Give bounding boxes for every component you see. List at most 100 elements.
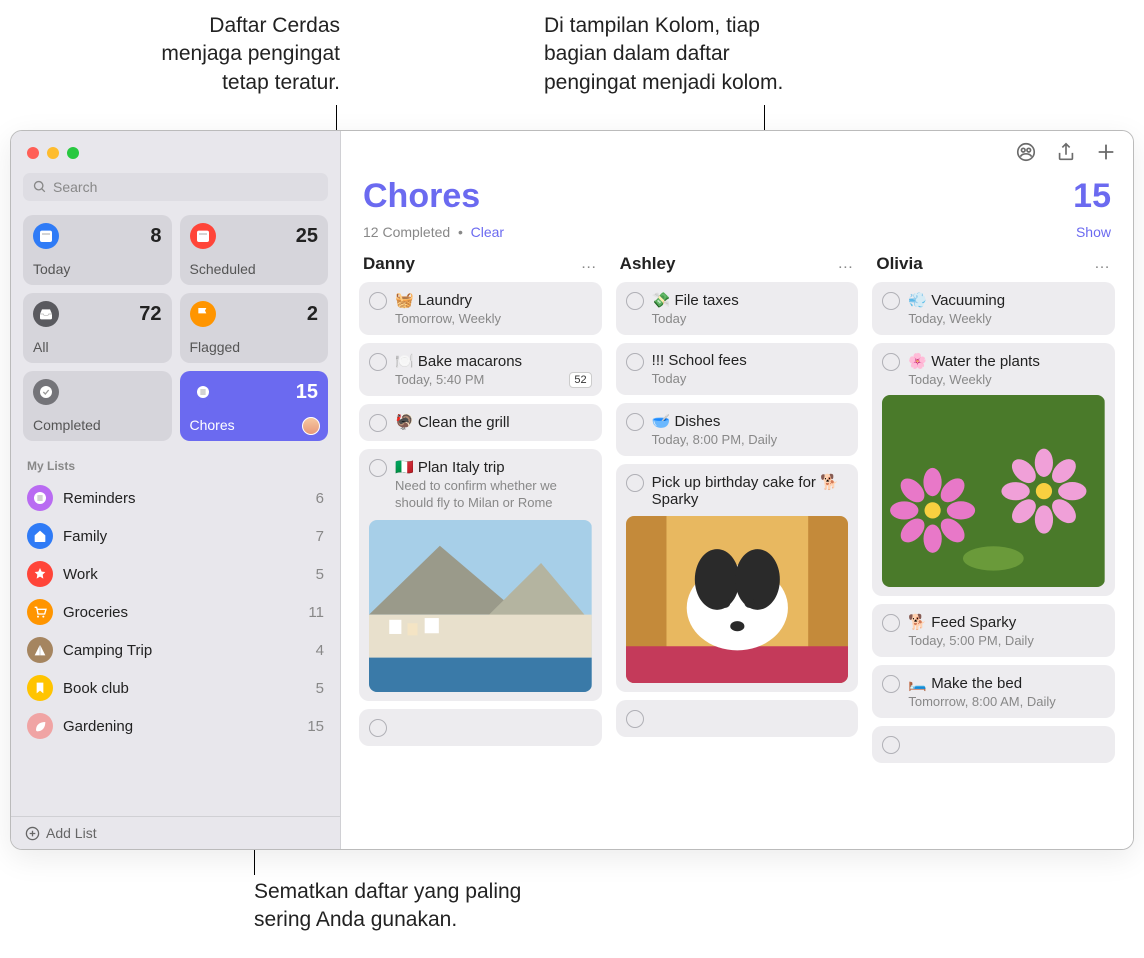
reminder-card[interactable]: 🌸 Water the plantsToday, Weekly xyxy=(872,343,1115,596)
column-title: Olivia xyxy=(876,254,922,274)
smart-list-chores[interactable]: 15 Chores xyxy=(180,371,329,441)
reminder-card[interactable]: 🇮🇹 Plan Italy tripNeed to confirm whethe… xyxy=(359,449,602,701)
smart-list-flagged[interactable]: 2Flagged xyxy=(180,293,329,363)
list-name: Gardening xyxy=(63,718,133,735)
cart-icon xyxy=(27,599,53,625)
list-count: 7 xyxy=(316,528,324,545)
reminder-title: 🛏️ Make the bed xyxy=(908,674,1105,692)
reminder-card[interactable]: 🧺 LaundryTomorrow, Weekly xyxy=(359,282,602,335)
smart-list-all[interactable]: 72 All xyxy=(23,293,172,363)
column-more-button[interactable]: … xyxy=(837,255,854,273)
smart-list-today[interactable]: 8Today xyxy=(23,215,172,285)
list-work[interactable]: Work5 xyxy=(23,555,328,593)
list-title: Chores xyxy=(363,177,480,216)
list-reminders[interactable]: Reminders6 xyxy=(23,479,328,517)
complete-checkbox[interactable] xyxy=(369,414,387,432)
list-book-club[interactable]: Book club5 xyxy=(23,669,328,707)
reminder-card[interactable]: 💸 File taxesToday xyxy=(616,282,859,335)
sidebar: Search 8Today 25 Scheduled 72 All 2Flagged Com… xyxy=(11,131,341,849)
column-title: Ashley xyxy=(620,254,676,274)
reminder-title: 🧺 Laundry xyxy=(395,291,592,309)
list-gardening[interactable]: Gardening 15 xyxy=(23,707,328,745)
smart-count: 72 xyxy=(139,303,161,326)
list-count: 15 xyxy=(307,718,324,735)
new-reminder-card[interactable] xyxy=(872,726,1115,763)
column-more-button[interactable]: … xyxy=(581,255,598,273)
reminder-card[interactable]: 💨 VacuumingToday, Weekly xyxy=(872,282,1115,335)
list-name: Reminders xyxy=(63,490,136,507)
reminder-title: Pick up birthday cake for 🐕 Sparky xyxy=(652,473,849,508)
leaf-icon xyxy=(27,713,53,739)
reminder-subtitle: Today, 5:00 PM, Daily xyxy=(908,633,1105,648)
complete-checkbox[interactable] xyxy=(369,459,387,477)
list-count: 11 xyxy=(308,604,324,621)
tray-icon xyxy=(33,301,59,327)
callout-top-right: Di tampilan Kolom, tiap bagian dalam daf… xyxy=(544,12,864,97)
home-icon xyxy=(27,523,53,549)
zoom-icon[interactable] xyxy=(67,147,79,159)
smart-label: Completed xyxy=(33,417,162,433)
list-count: 15 xyxy=(1073,177,1111,216)
column-olivia: Olivia … 💨 VacuumingToday, Weekly 🌸 Water t… xyxy=(872,250,1115,839)
reminder-subtitle: Today, Weekly xyxy=(908,311,1105,326)
complete-checkbox[interactable] xyxy=(882,292,900,310)
clear-button[interactable]: Clear xyxy=(471,224,504,240)
reminder-card[interactable]: 🐕 Feed SparkyToday, 5:00 PM, Daily xyxy=(872,604,1115,657)
new-reminder-card[interactable] xyxy=(359,709,602,746)
list-camping-trip[interactable]: Camping Trip4 xyxy=(23,631,328,669)
tent-icon xyxy=(27,637,53,663)
smart-label: All xyxy=(33,339,162,355)
window-controls[interactable] xyxy=(23,143,328,173)
smart-label: Chores xyxy=(190,417,319,433)
reminder-card[interactable]: 🥣 DishesToday, 8:00 PM, Daily xyxy=(616,403,859,456)
reminder-subtitle: Today xyxy=(652,371,849,386)
column-more-button[interactable]: … xyxy=(1094,255,1111,273)
column-danny: Danny … 🧺 LaundryTomorrow, Weekly 🍽️ Bake m… xyxy=(359,250,602,839)
complete-checkbox[interactable] xyxy=(882,736,900,754)
reminder-card[interactable]: 🍽️ Bake macaronsToday, 5:40 PM52 xyxy=(359,343,602,396)
complete-checkbox[interactable] xyxy=(369,719,387,737)
reminder-card[interactable]: 🛏️ Make the bedTomorrow, 8:00 AM, Daily xyxy=(872,665,1115,718)
complete-checkbox[interactable] xyxy=(882,353,900,371)
smart-list-scheduled[interactable]: 25 Scheduled xyxy=(180,215,329,285)
complete-checkbox[interactable] xyxy=(882,614,900,632)
smart-label: Flagged xyxy=(190,339,319,355)
close-icon[interactable] xyxy=(27,147,39,159)
column-title: Danny xyxy=(363,254,415,274)
list-family[interactable]: Family 7 xyxy=(23,517,328,555)
reminder-card[interactable]: 🦃 Clean the grill xyxy=(359,404,602,441)
minimize-icon[interactable] xyxy=(47,147,59,159)
list-groceries[interactable]: Groceries11 xyxy=(23,593,328,631)
check-icon xyxy=(33,379,59,405)
add-icon[interactable] xyxy=(1095,141,1117,163)
reminder-title: 💸 File taxes xyxy=(652,291,849,309)
complete-checkbox[interactable] xyxy=(369,292,387,310)
my-lists-heading: My Lists xyxy=(23,453,328,479)
complete-checkbox[interactable] xyxy=(626,413,644,431)
complete-checkbox[interactable] xyxy=(626,474,644,492)
app-window: Search 8Today 25 Scheduled 72 All 2Flagged Com… xyxy=(10,130,1134,850)
list-name: Work xyxy=(63,566,98,583)
list-icon xyxy=(190,379,216,405)
complete-checkbox[interactable] xyxy=(626,292,644,310)
new-reminder-card[interactable] xyxy=(616,700,859,737)
bookmark-icon xyxy=(27,675,53,701)
complete-checkbox[interactable] xyxy=(626,353,644,371)
list-name: Family xyxy=(63,528,107,545)
smart-count: 25 xyxy=(296,225,318,248)
calendar-icon xyxy=(33,223,59,249)
complete-checkbox[interactable] xyxy=(882,675,900,693)
complete-checkbox[interactable] xyxy=(369,353,387,371)
collaboration-icon[interactable] xyxy=(1015,141,1037,163)
share-icon[interactable] xyxy=(1055,141,1077,163)
reminder-card[interactable]: !!! School feesToday xyxy=(616,343,859,395)
reminder-card[interactable]: Pick up birthday cake for 🐕 Sparky xyxy=(616,464,859,692)
smart-list-completed[interactable]: Completed xyxy=(23,371,172,441)
smart-label: Scheduled xyxy=(190,261,319,277)
add-list-button[interactable]: Add List xyxy=(11,816,340,849)
flag-icon xyxy=(190,301,216,327)
show-button[interactable]: Show xyxy=(1076,224,1111,240)
search-input[interactable]: Search xyxy=(23,173,328,201)
smart-count: 15 xyxy=(296,381,318,404)
complete-checkbox[interactable] xyxy=(626,710,644,728)
